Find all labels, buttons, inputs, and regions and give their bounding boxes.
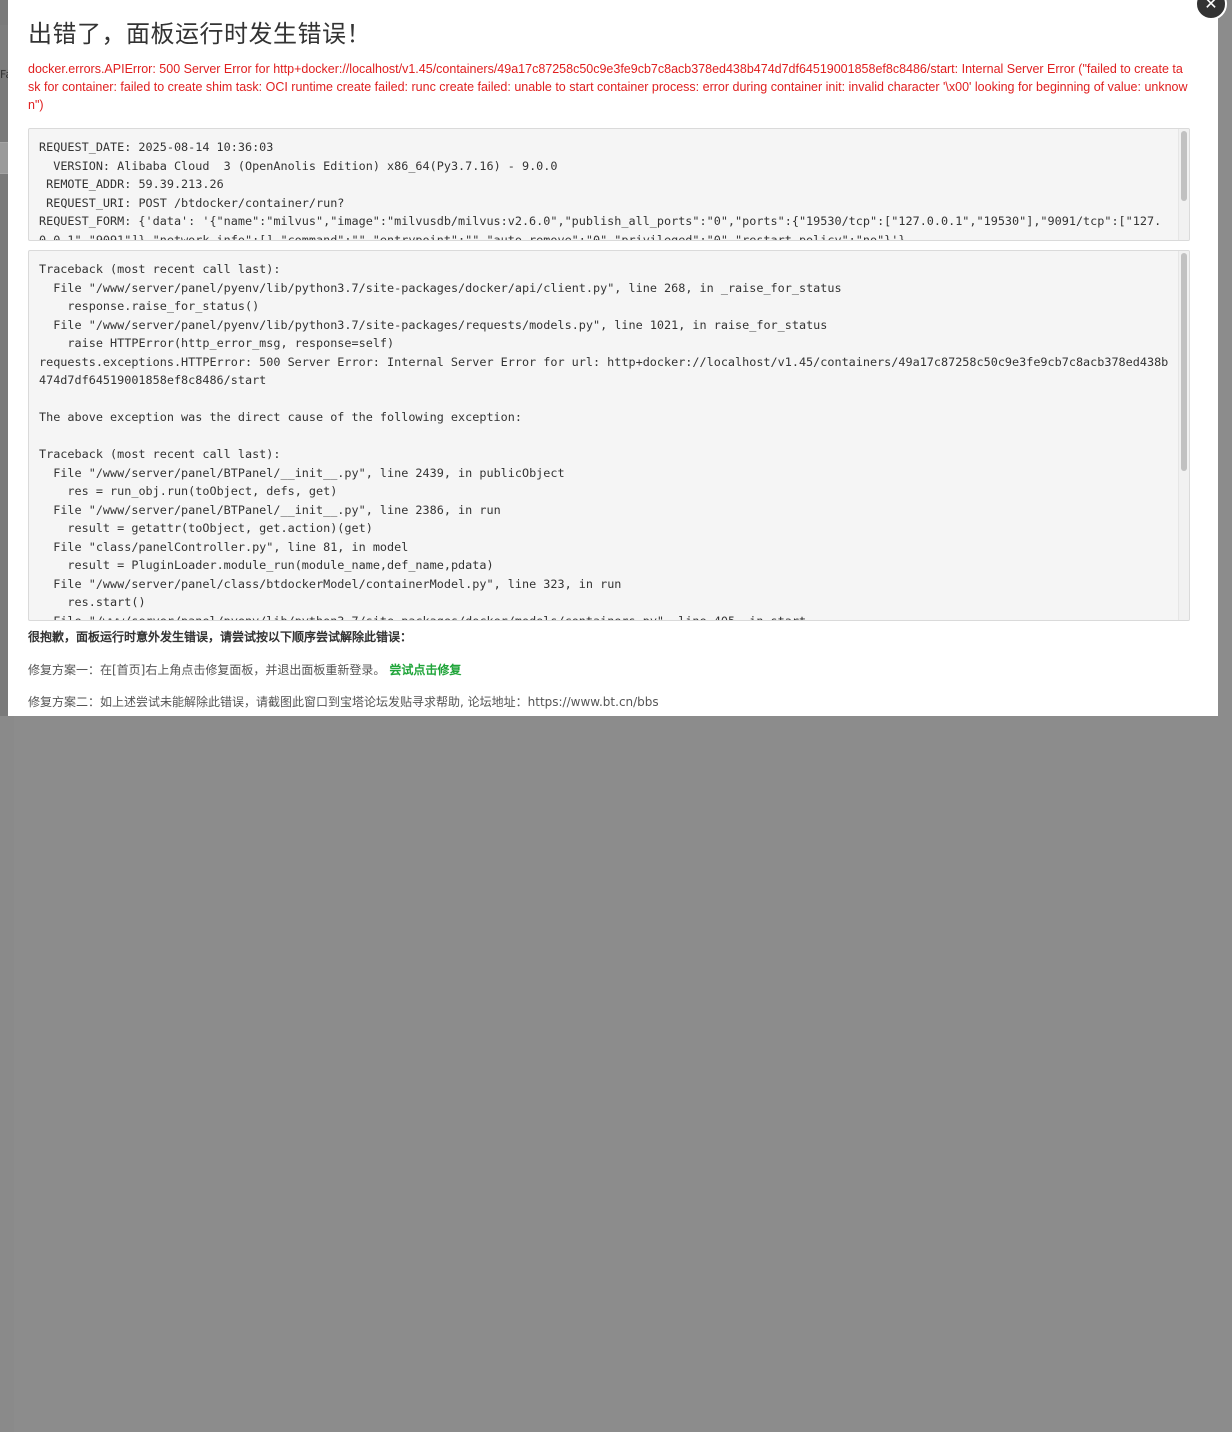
request-info-text: REQUEST_DATE: 2025-08-14 10:36:03 VERSIO… <box>39 140 1162 241</box>
request-info-scroll-thumb[interactable] <box>1181 131 1187 201</box>
fix-option-one-text: 修复方案一：在[首页]右上角点击修复面板，并退出面板重新登录。 <box>28 663 386 677</box>
apology-text: 很抱歉，面板运行时意外发生错误，请尝试按以下顺序尝试解除此错误： <box>28 630 413 644</box>
request-info-scrollbar[interactable] <box>1178 129 1189 240</box>
fix-option-two: 修复方案二：如上述尝试未能解除此错误，请截图此窗口到宝塔论坛发贴寻求帮助, 论坛… <box>28 695 659 709</box>
repair-link[interactable]: 尝试点击修复 <box>389 663 461 677</box>
traceback-scroll-thumb[interactable] <box>1181 253 1187 471</box>
traceback-text: Traceback (most recent call last): File … <box>39 262 1169 621</box>
background-page-left: Fa <box>0 0 12 716</box>
background-page-right <box>0 25 14 1432</box>
error-dialog: 出错了，面板运行时发生错误！ docker.errors.APIError: 5… <box>8 0 1218 716</box>
fix-option-one: 修复方案一：在[首页]右上角点击修复面板，并退出面板重新登录。 尝试点击修复 <box>28 661 461 678</box>
dialog-title: 出错了，面板运行时发生错误！ <box>28 20 371 48</box>
traceback-box[interactable]: Traceback (most recent call last): File … <box>28 250 1190 621</box>
traceback-scrollbar[interactable] <box>1178 251 1189 620</box>
error-message: docker.errors.APIError: 500 Server Error… <box>28 62 1188 112</box>
request-info-box[interactable]: REQUEST_DATE: 2025-08-14 10:36:03 VERSIO… <box>28 128 1190 241</box>
